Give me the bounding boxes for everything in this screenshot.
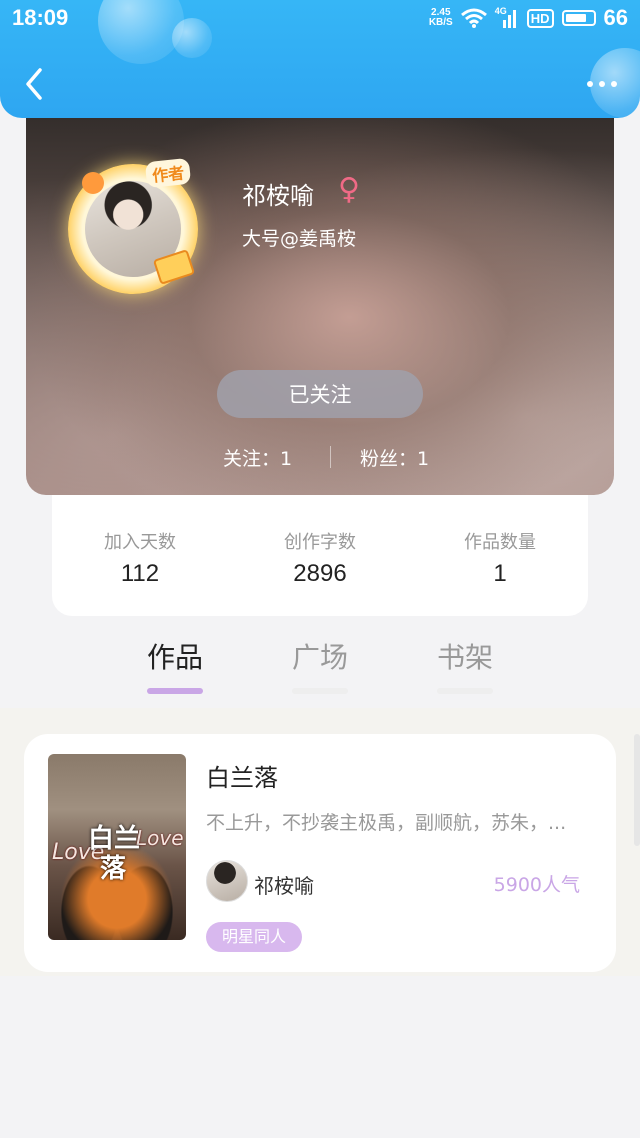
status-time: 18:09 bbox=[12, 5, 69, 30]
more-dot-icon bbox=[587, 81, 593, 87]
more-options-button[interactable] bbox=[582, 74, 622, 94]
tab-plaza[interactable]: 广场 bbox=[280, 636, 360, 694]
tab-label: 书架 bbox=[436, 641, 493, 674]
user-avatar[interactable]: 作者 bbox=[68, 157, 206, 296]
follow-stats: 关注：1 粉丝：1 bbox=[26, 444, 614, 472]
signal-4g-label: 4G bbox=[494, 6, 507, 16]
stat-works-count: 作品数量 1 bbox=[430, 528, 570, 588]
stat-word-count: 创作字数 2896 bbox=[250, 528, 390, 588]
followed-button[interactable]: 已关注 bbox=[217, 370, 423, 418]
sub-account-label: 大号@姜禹桉 bbox=[242, 228, 357, 250]
cover-title-line: 白兰 bbox=[88, 824, 141, 854]
book-title: 白兰落 bbox=[206, 764, 278, 792]
genre-tag[interactable]: 明星同人 bbox=[206, 922, 303, 952]
more-dot-icon bbox=[611, 81, 617, 87]
tab-indicator bbox=[147, 688, 203, 694]
popularity-count: 5900人气 bbox=[493, 874, 580, 896]
book-cover[interactable]: Love Love 白兰 落 bbox=[48, 754, 186, 940]
tab-indicator bbox=[437, 688, 493, 694]
decor-badge-icon bbox=[82, 172, 104, 194]
back-button[interactable] bbox=[20, 64, 50, 104]
author-badge: 作者 bbox=[144, 157, 192, 189]
author-name: 祁桉喻 bbox=[254, 874, 314, 898]
stat-label: 加入天数 bbox=[104, 532, 176, 553]
more-dot-icon bbox=[599, 81, 605, 87]
hd-icon: HD bbox=[526, 8, 554, 28]
stat-value: 2896 bbox=[293, 560, 347, 587]
stat-label: 作品数量 bbox=[464, 532, 536, 553]
work-card[interactable]: Love Love 白兰 落 白兰落 不上升，不抄袭主极禹，副顺航，苏朱，...… bbox=[24, 734, 616, 972]
status-bar: 18:09 2.45 KB/S 4G HD 66 bbox=[0, 0, 640, 38]
stat-join-days: 加入天数 112 bbox=[70, 528, 210, 588]
battery-percent: 66 bbox=[603, 5, 628, 30]
cover-love-text: Love bbox=[136, 826, 184, 850]
following-count[interactable]: 关注：1 bbox=[223, 444, 292, 471]
fans-count[interactable]: 粉丝：1 bbox=[360, 444, 429, 471]
divider bbox=[330, 446, 331, 468]
cover-title: 白兰 落 bbox=[88, 824, 140, 884]
profile-username: 祁桉喻 bbox=[242, 182, 314, 210]
tab-works[interactable]: 作品 bbox=[135, 636, 215, 694]
profile-card: 作者 祁桉喻 ♀ 大号@姜禹桉 已关注 关注：1 粉丝：1 bbox=[26, 100, 614, 495]
book-description: 不上升，不抄袭主极禹，副顺航，苏朱，... bbox=[206, 812, 567, 834]
battery-icon bbox=[561, 10, 596, 26]
cover-title-line: 落 bbox=[100, 854, 127, 884]
tab-bookshelf[interactable]: 书架 bbox=[425, 636, 505, 694]
stat-label: 创作字数 bbox=[284, 532, 356, 553]
tab-label: 广场 bbox=[291, 641, 348, 674]
stat-value: 1 bbox=[493, 560, 507, 587]
net-speed: 2.45 KB/S bbox=[429, 8, 453, 28]
author-avatar bbox=[206, 860, 248, 902]
status-icons: 2.45 KB/S 4G HD 66 bbox=[429, 5, 628, 31]
tab-label: 作品 bbox=[146, 641, 203, 674]
wifi-icon bbox=[460, 8, 487, 28]
scroll-handle[interactable] bbox=[634, 734, 640, 846]
female-gender-icon: ♀ bbox=[338, 172, 360, 207]
profile-tabs: 作品 广场 书架 bbox=[0, 630, 640, 710]
net-speed-unit: KB/S bbox=[428, 17, 453, 28]
chevron-left-icon bbox=[26, 68, 42, 100]
tab-indicator bbox=[292, 688, 348, 694]
stat-value: 112 bbox=[120, 560, 160, 587]
cellular-signal-icon: 4G bbox=[494, 6, 519, 28]
